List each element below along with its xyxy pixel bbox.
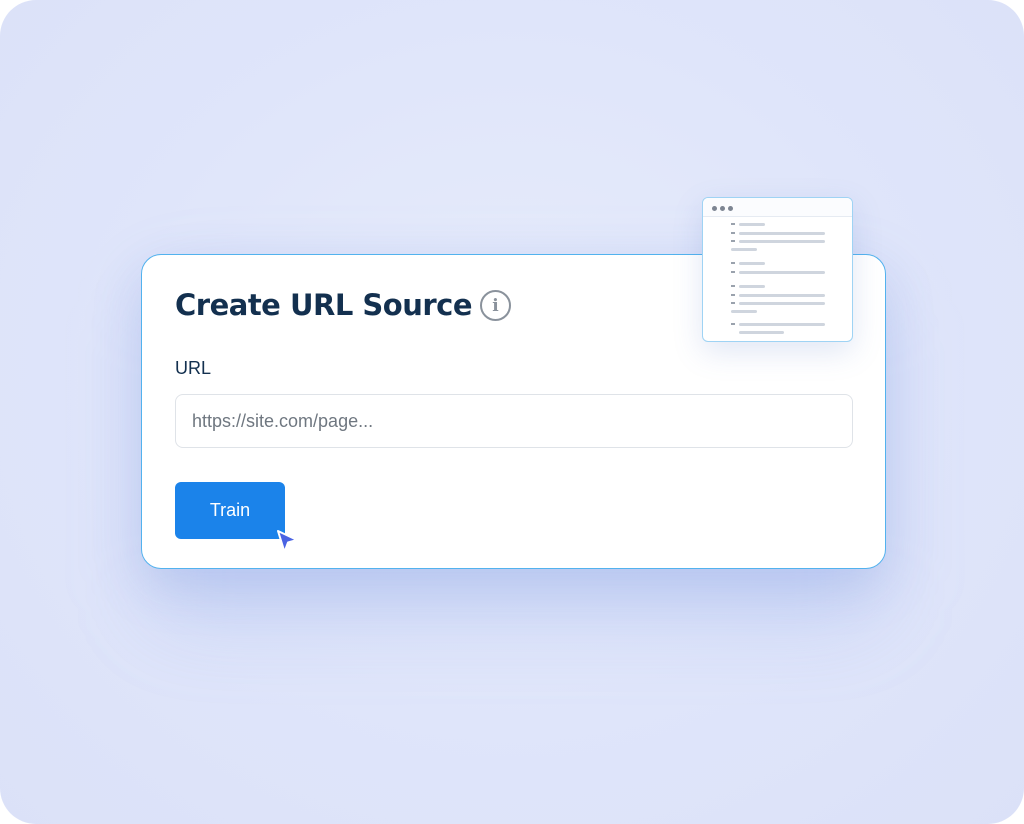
preview-line: [739, 262, 765, 265]
preview-line: [739, 232, 825, 235]
page-title: Create URL Source: [175, 288, 473, 322]
preview-marker: [731, 232, 735, 234]
preview-marker: [731, 285, 735, 287]
preview-marker: [731, 294, 735, 296]
preview-marker: [731, 271, 735, 273]
preview-marker: [731, 240, 735, 242]
window-dot-icon: [720, 206, 725, 211]
window-dot-icon: [728, 206, 733, 211]
preview-marker: [731, 223, 735, 225]
train-button[interactable]: Train: [175, 482, 285, 539]
preview-marker: [731, 323, 735, 325]
info-icon[interactable]: i: [480, 290, 511, 321]
preview-line: [739, 323, 825, 326]
preview-line: [739, 294, 825, 297]
preview-title-bar: [703, 198, 852, 217]
preview-marker: [731, 302, 735, 304]
preview-line: [739, 271, 825, 274]
preview-line: [739, 302, 825, 305]
url-label: URL: [175, 358, 212, 378]
preview-line: [739, 331, 784, 334]
window-dot-icon: [712, 206, 717, 211]
page-preview-window: [702, 197, 853, 342]
url-input[interactable]: [175, 394, 853, 448]
preview-line: [731, 310, 757, 313]
preview-line: [739, 285, 765, 288]
preview-line: [739, 240, 825, 243]
preview-line: [731, 248, 757, 251]
app-frame: Create URL Source i URL Train: [0, 0, 1024, 824]
cursor-arrow-icon: [277, 530, 298, 553]
preview-line: [739, 223, 765, 226]
preview-marker: [731, 262, 735, 264]
